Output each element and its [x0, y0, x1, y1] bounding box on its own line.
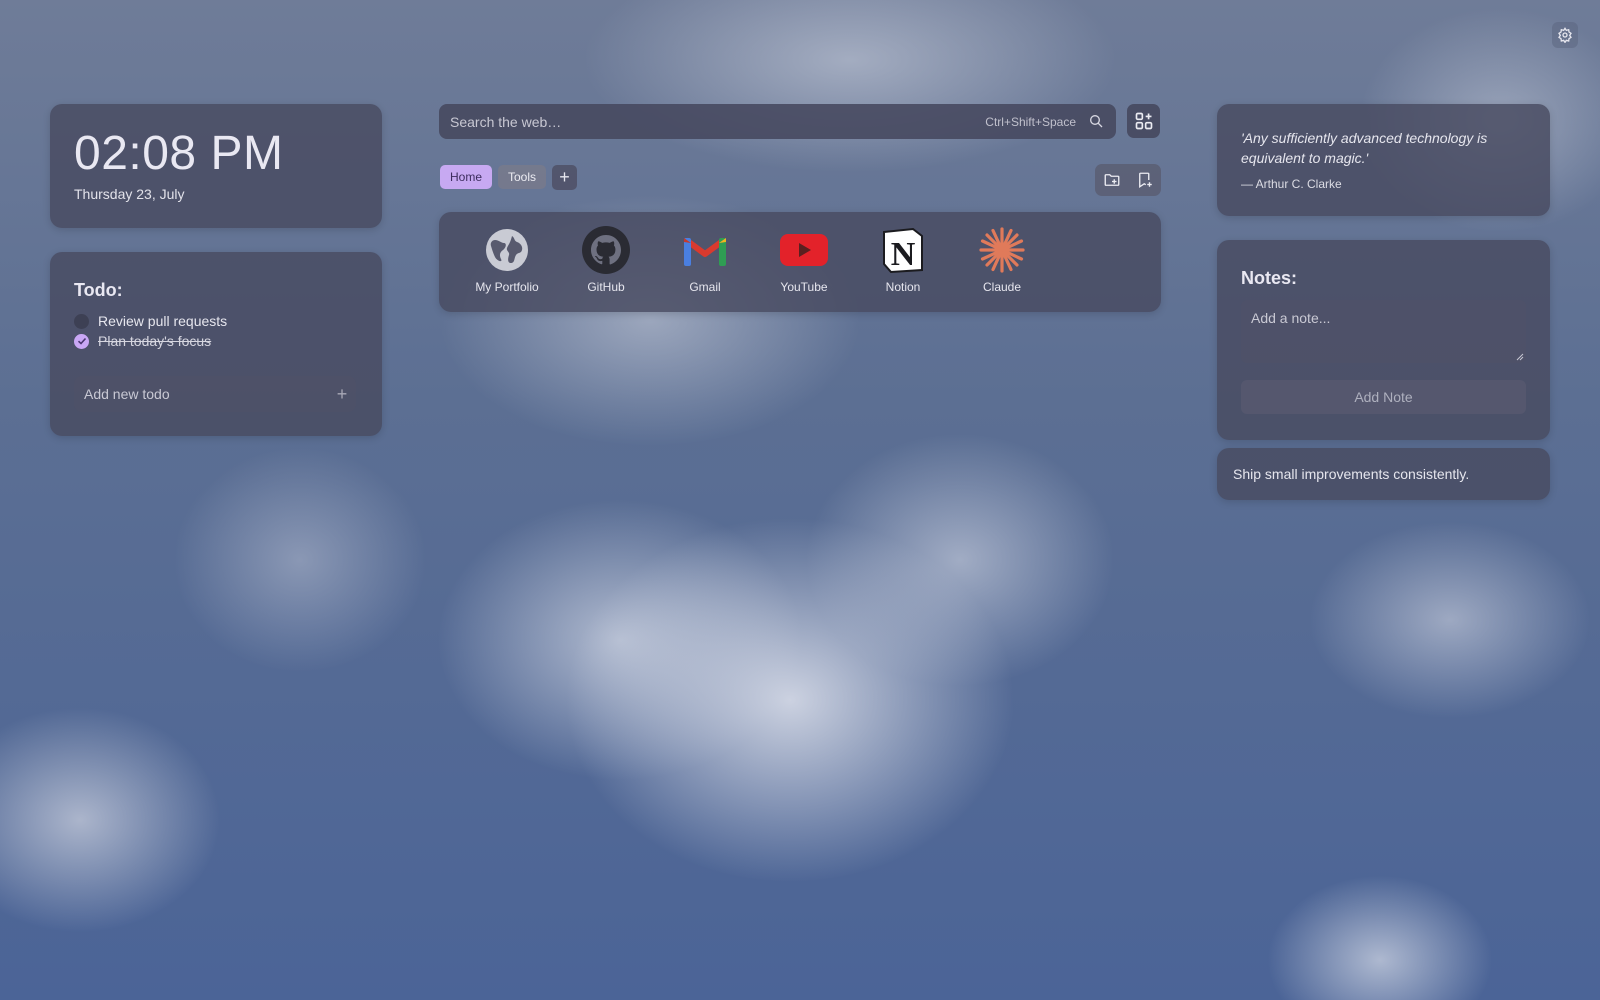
gmail-icon — [681, 226, 729, 274]
resize-handle-icon[interactable] — [1516, 353, 1524, 361]
shortcut-claude[interactable]: Claude — [957, 226, 1047, 294]
shortcut-label: Claude — [982, 280, 1022, 294]
notes-widget: Notes: Add a note... Add Note — [1217, 240, 1550, 440]
settings-button[interactable] — [1552, 22, 1578, 48]
shortcuts-panel: My Portfolio GitHub Gmail YouTube N Noti… — [439, 212, 1161, 312]
apps-grid-icon — [1135, 112, 1152, 130]
shortcut-github[interactable]: GitHub — [561, 226, 651, 294]
tab-tools[interactable]: Tools — [498, 165, 546, 189]
todo-checkbox[interactable] — [74, 333, 89, 349]
shortcut-notion[interactable]: N Notion — [858, 226, 948, 294]
shortcut-label: Gmail — [689, 280, 721, 294]
shortcut-label: GitHub — [587, 280, 625, 294]
quote-author: — Arthur C. Clarke — [1241, 177, 1342, 191]
todo-item[interactable]: Review pull requests — [74, 312, 227, 330]
tab-home[interactable]: Home — [440, 165, 492, 189]
quote-text: 'Any sufficiently advanced technology is… — [1241, 130, 1488, 166]
notion-icon: N — [879, 226, 927, 274]
check-icon — [77, 337, 86, 345]
folder-actions — [1095, 164, 1161, 196]
new-todo-placeholder: Add new todo — [84, 386, 170, 402]
todo-title: Todo: — [74, 280, 123, 300]
search-shortcut-hint: Ctrl+Shift+Space — [985, 115, 1076, 129]
svg-text:N: N — [891, 236, 916, 273]
bookmark-plus-icon — [1138, 172, 1152, 189]
motto-text: Ship small improvements consistently. — [1233, 466, 1470, 482]
shortcut-label: My Portfolio — [475, 280, 539, 294]
clock-date: Thursday 23, July — [74, 186, 185, 202]
claude-icon — [978, 226, 1026, 274]
quote-widget: 'Any sufficiently advanced technology is… — [1217, 104, 1550, 216]
youtube-icon — [780, 226, 828, 274]
add-note-button[interactable]: Add Note — [1241, 380, 1526, 414]
gear-icon — [1558, 27, 1572, 43]
github-icon — [582, 226, 630, 274]
search-input[interactable]: Search the web… Ctrl+Shift+Space — [439, 104, 1116, 139]
todo-item[interactable]: Plan today's focus — [74, 332, 211, 350]
shortcut-my-portfolio[interactable]: My Portfolio — [462, 226, 552, 294]
shortcut-label: YouTube — [780, 280, 828, 294]
notes-title: Notes: — [1241, 268, 1298, 288]
add-folder-button[interactable] — [1095, 164, 1128, 196]
note-placeholder: Add a note... — [1251, 310, 1331, 326]
motto-widget: Ship small improvements consistently. — [1217, 448, 1550, 500]
search-placeholder: Search the web… — [450, 114, 562, 130]
shortcut-gmail[interactable]: Gmail — [660, 226, 750, 294]
add-widget-button[interactable] — [1127, 104, 1160, 138]
clock-widget: 02:08 PM Thursday 23, July — [50, 104, 382, 228]
clock-time: 02:08 PM — [74, 127, 284, 180]
folder-plus-icon — [1104, 174, 1119, 186]
add-todo-button[interactable]: + — [328, 380, 356, 408]
shortcut-youtube[interactable]: YouTube — [759, 226, 849, 294]
add-bookmark-button[interactable] — [1128, 164, 1161, 196]
new-todo-input[interactable]: Add new todo + — [74, 376, 356, 412]
add-tab-button[interactable]: + — [552, 165, 577, 190]
shortcut-label: Notion — [885, 280, 921, 294]
note-textarea[interactable]: Add a note... — [1241, 300, 1526, 363]
todo-widget: Todo: Review pull requests Plan today's … — [50, 252, 382, 436]
todo-item-text: Plan today's focus — [98, 333, 212, 349]
todo-item-text: Review pull requests — [98, 313, 228, 329]
globe-icon — [483, 226, 531, 274]
todo-checkbox[interactable] — [74, 313, 89, 329]
search-icon[interactable] — [1088, 113, 1104, 129]
